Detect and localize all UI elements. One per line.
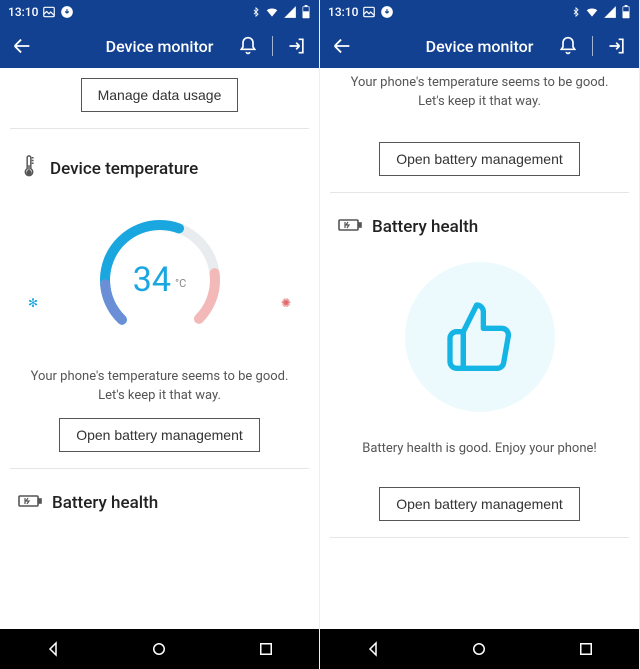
temperature-body-text: Your phone's temperature seems to be goo… bbox=[320, 74, 639, 112]
nav-recent-button[interactable] bbox=[254, 637, 278, 661]
bluetooth-icon bbox=[251, 5, 261, 19]
bell-icon[interactable] bbox=[556, 34, 580, 58]
android-nav-bar bbox=[0, 629, 319, 669]
sign-in-icon[interactable] bbox=[605, 34, 629, 58]
content-area[interactable]: Manage data usage Device temperature bbox=[0, 68, 319, 629]
nav-back-button[interactable] bbox=[361, 637, 385, 661]
divider bbox=[330, 192, 629, 193]
image-icon bbox=[42, 5, 56, 19]
battery-icon bbox=[338, 217, 362, 238]
separator bbox=[272, 36, 273, 56]
separator bbox=[592, 36, 593, 56]
battery-health-title: Battery health bbox=[52, 493, 158, 513]
status-time: 13:10 bbox=[8, 5, 38, 19]
device-temperature-header: Device temperature bbox=[0, 143, 319, 190]
status-right bbox=[571, 5, 631, 19]
nav-back-button[interactable] bbox=[41, 637, 65, 661]
battery-icon bbox=[621, 5, 631, 19]
download-icon bbox=[380, 5, 394, 19]
battery-icon bbox=[301, 5, 311, 19]
content-area[interactable]: Your phone's temperature seems to be goo… bbox=[320, 68, 639, 629]
temperature-unit: °C bbox=[175, 277, 186, 290]
signal-icon bbox=[603, 5, 617, 19]
battery-icon bbox=[18, 493, 42, 514]
status-bar: 13:10 bbox=[320, 0, 639, 24]
wifi-icon bbox=[585, 5, 599, 19]
sun-icon: ✺ bbox=[281, 296, 291, 310]
status-bar: 13:10 bbox=[0, 0, 319, 24]
nav-home-button[interactable] bbox=[147, 637, 171, 661]
manage-data-usage-button[interactable]: Manage data usage bbox=[81, 78, 239, 112]
nav-recent-button[interactable] bbox=[574, 637, 598, 661]
bluetooth-icon bbox=[571, 5, 581, 19]
temperature-gauge: 34 °C ✻ ✺ bbox=[0, 200, 319, 360]
battery-health-header: Battery health bbox=[0, 483, 319, 520]
app-bar: Device monitor bbox=[0, 24, 319, 68]
back-button[interactable] bbox=[330, 34, 354, 58]
signal-icon bbox=[283, 5, 297, 19]
divider bbox=[10, 468, 309, 469]
status-left: 13:10 bbox=[328, 5, 394, 19]
divider bbox=[330, 537, 629, 538]
thermometer-icon bbox=[18, 153, 40, 184]
status-right bbox=[251, 5, 311, 19]
android-nav-bar bbox=[320, 629, 639, 669]
image-icon bbox=[362, 5, 376, 19]
status-time: 13:10 bbox=[328, 5, 358, 19]
open-battery-management-button[interactable]: Open battery management bbox=[59, 418, 260, 452]
device-temperature-title: Device temperature bbox=[50, 159, 198, 179]
battery-health-graphic bbox=[320, 262, 639, 412]
sign-in-icon[interactable] bbox=[285, 34, 309, 58]
phone-screen-2: 13:10 bbox=[320, 0, 640, 669]
nav-home-button[interactable] bbox=[467, 637, 491, 661]
temperature-value: 34 bbox=[133, 260, 171, 300]
back-button[interactable] bbox=[10, 34, 34, 58]
status-left: 13:10 bbox=[8, 5, 74, 19]
wifi-icon bbox=[265, 5, 279, 19]
battery-health-title: Battery health bbox=[372, 217, 478, 237]
app-bar: Device monitor bbox=[320, 24, 639, 68]
open-battery-management-button[interactable]: Open battery management bbox=[379, 142, 580, 176]
download-icon bbox=[60, 5, 74, 19]
bell-icon[interactable] bbox=[236, 34, 260, 58]
divider bbox=[10, 128, 309, 129]
thumbs-up-icon bbox=[440, 295, 520, 379]
phone-screen-1: 13:10 bbox=[0, 0, 320, 669]
temperature-body-text: Your phone's temperature seems to be goo… bbox=[0, 368, 319, 406]
snowflake-icon: ✻ bbox=[28, 296, 38, 310]
battery-health-body-text: Battery health is good. Enjoy your phone… bbox=[320, 440, 639, 459]
battery-health-header: Battery health bbox=[320, 207, 639, 244]
open-battery-management-button[interactable]: Open battery management bbox=[379, 487, 580, 521]
